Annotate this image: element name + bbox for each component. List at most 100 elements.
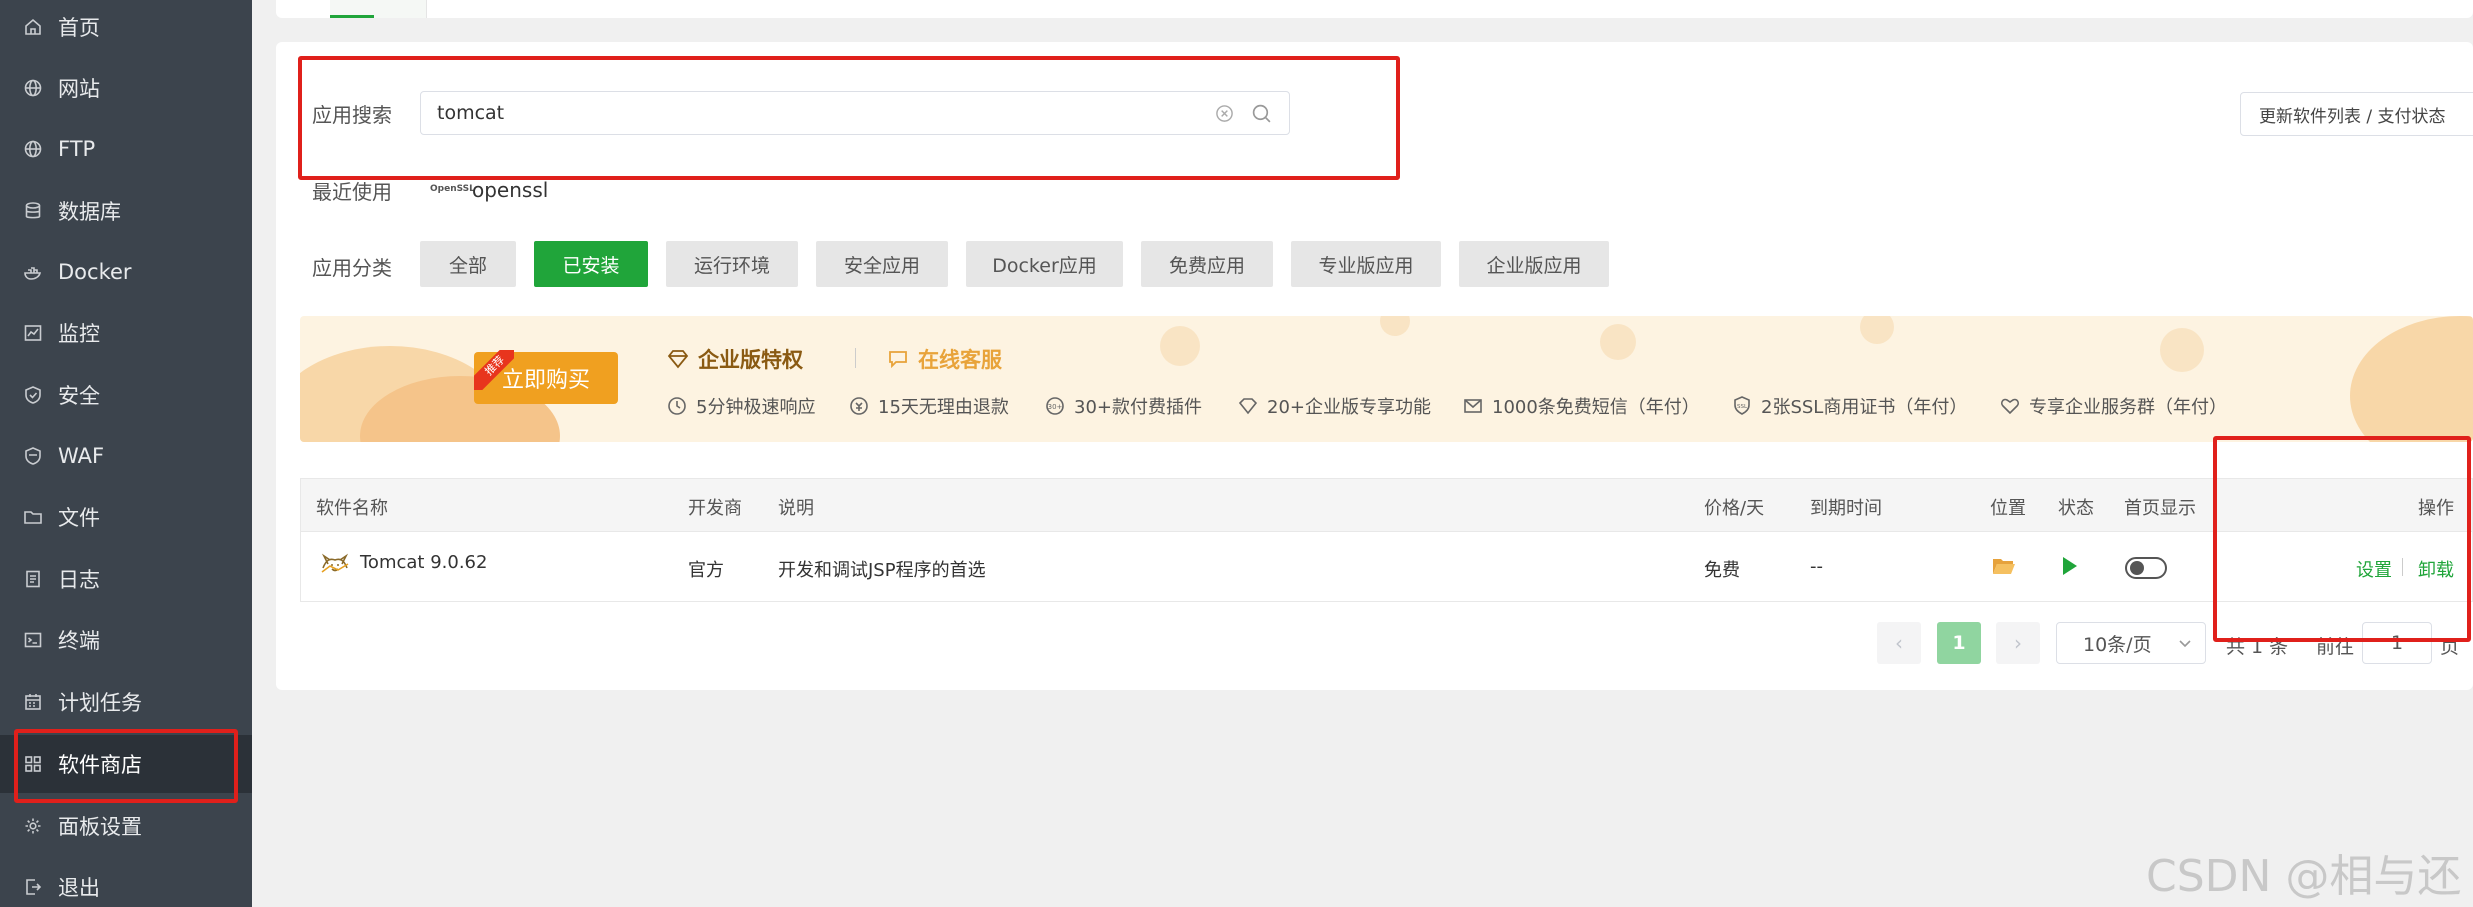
top-tab-bar [276, 0, 2473, 18]
diamond-icon [667, 350, 689, 369]
feature-label: 30+款付费插件 [1074, 397, 1202, 418]
category-installed[interactable]: 已安装 [534, 241, 648, 287]
clock-response-icon [668, 397, 686, 415]
recommend-ribbon: 推荐 [474, 350, 514, 390]
col-header-name: 软件名称 [316, 498, 388, 519]
chat-icon [889, 351, 907, 369]
category-free[interactable]: 免费应用 [1141, 241, 1273, 287]
online-service-link[interactable]: 在线客服 [886, 344, 1002, 374]
category-runtime[interactable]: 运行环境 [666, 241, 798, 287]
calendar-icon [22, 691, 44, 713]
gear-icon [22, 815, 44, 837]
feature-item: 5分钟极速响应 [666, 393, 815, 419]
page-size-value: 10条/页 [2083, 633, 2152, 656]
top-tab-divider [426, 0, 427, 18]
banner-decoration [1860, 316, 1894, 344]
software-developer: 官方 [688, 560, 724, 581]
refresh-software-list-button[interactable]: 更新软件列表 / 支付状态 [2240, 92, 2473, 136]
software-name: Tomcat 9.0.62 [360, 552, 488, 573]
sidebar-item-files[interactable]: 文件 [0, 488, 252, 546]
home-icon [22, 16, 44, 38]
watermark: CSDN @相与还 [2146, 851, 2462, 902]
category-pro[interactable]: 专业版应用 [1291, 241, 1441, 287]
sidebar-item-cron[interactable]: 计划任务 [0, 673, 252, 731]
sidebar-item-logout[interactable]: 退出 [0, 858, 252, 907]
top-tab-underline [330, 15, 374, 18]
next-page-button[interactable]: › [1996, 622, 2040, 664]
feature-item: 30+ 30+款付费插件 [1044, 393, 1202, 419]
page-1-button[interactable]: 1 [1937, 622, 1981, 664]
waf-shield-icon [22, 445, 44, 467]
ssl-shield-icon: SSL [1734, 396, 1750, 415]
sidebar-item-label: 首页 [58, 16, 100, 40]
banner-decoration [1600, 324, 1636, 360]
recommend-ribbon-label: 推荐 [474, 350, 514, 390]
sidebar-item-logs[interactable]: 日志 [0, 550, 252, 608]
banner-divider [855, 348, 856, 368]
sidebar-item-label: 监控 [58, 322, 100, 346]
openssl-logo: OpenSSL [430, 184, 475, 194]
tomcat-icon [321, 553, 349, 573]
sidebar-item-security[interactable]: 安全 [0, 366, 252, 424]
feature-label: 15天无理由退款 [878, 397, 1009, 418]
folder-open-icon[interactable] [1992, 556, 2016, 576]
annotation-box-actions [2213, 436, 2471, 642]
sidebar-item-label: 文件 [58, 506, 100, 530]
sidebar-item-label: 终端 [58, 629, 100, 653]
enterprise-privilege-label: 企业版特权 [698, 348, 803, 372]
category-security[interactable]: 安全应用 [816, 241, 948, 287]
sidebar-item-panel-settings[interactable]: 面板设置 [0, 797, 252, 855]
banner-decoration [2350, 316, 2473, 442]
banner-decoration [1160, 326, 1200, 366]
sidebar-item-home[interactable]: 首页 [0, 0, 252, 56]
software-description: 开发和调试JSP程序的首选 [778, 560, 986, 581]
sidebar-item-monitor[interactable]: 监控 [0, 304, 252, 362]
sidebar-item-label: 网站 [58, 77, 100, 101]
play-icon[interactable] [2061, 555, 2079, 577]
logout-icon [22, 876, 44, 898]
log-icon [22, 568, 44, 590]
online-service-label: 在线客服 [918, 348, 1002, 372]
sidebar-item-terminal[interactable]: 终端 [0, 611, 252, 669]
database-icon [22, 200, 44, 222]
feature-item: SSL 2张SSL商用证书（年付） [1731, 393, 1967, 419]
prev-page-button[interactable]: ‹ [1877, 622, 1921, 664]
col-header-status: 状态 [2058, 498, 2094, 519]
homepage-display-toggle[interactable] [2125, 557, 2167, 579]
sidebar-item-label: 退出 [58, 876, 100, 900]
shield-icon [22, 384, 44, 406]
chevron-down-icon [2179, 640, 2191, 648]
sidebar-item-label: 面板设置 [58, 815, 142, 839]
feature-label: 2张SSL商用证书（年付） [1761, 397, 1968, 418]
plugin-30-icon: 30+ [1046, 397, 1064, 415]
diamond-icon [1238, 398, 1258, 415]
col-header-description: 说明 [778, 498, 814, 519]
refund-icon [850, 397, 868, 415]
sidebar-item-label: 数据库 [58, 200, 121, 224]
banner-decoration [1380, 316, 1410, 336]
feature-label: 5分钟极速响应 [696, 397, 816, 418]
col-header-developer: 开发商 [688, 498, 742, 519]
enterprise-banner [300, 316, 2473, 442]
sidebar-item-waf[interactable]: WAF [0, 427, 252, 485]
sidebar-item-database[interactable]: 数据库 [0, 182, 252, 240]
category-all[interactable]: 全部 [420, 241, 516, 287]
chart-icon [22, 322, 44, 344]
col-header-expire: 到期时间 [1810, 498, 1882, 519]
sidebar-item-ftp[interactable]: FTP [0, 120, 252, 178]
col-header-location: 位置 [1990, 498, 2026, 519]
docker-icon [22, 261, 44, 283]
feature-item: 20+企业版专享功能 [1237, 393, 1431, 419]
recent-item-openssl[interactable]: openssl [472, 178, 548, 202]
globe-icon [22, 138, 44, 160]
sidebar-item-website[interactable]: 网站 [0, 59, 252, 117]
sidebar-item-docker[interactable]: Docker [0, 243, 252, 301]
category-docker[interactable]: Docker应用 [966, 241, 1123, 287]
page-size-select[interactable]: 10条/页 [2056, 622, 2206, 664]
folder-icon [22, 506, 44, 528]
mail-icon [1464, 399, 1482, 413]
category-enterprise[interactable]: 企业版应用 [1459, 241, 1609, 287]
svg-text:SSL: SSL [1737, 404, 1748, 410]
feature-label: 专享企业服务群（年付） [2029, 397, 2227, 418]
software-price: 免费 [1704, 560, 1740, 581]
